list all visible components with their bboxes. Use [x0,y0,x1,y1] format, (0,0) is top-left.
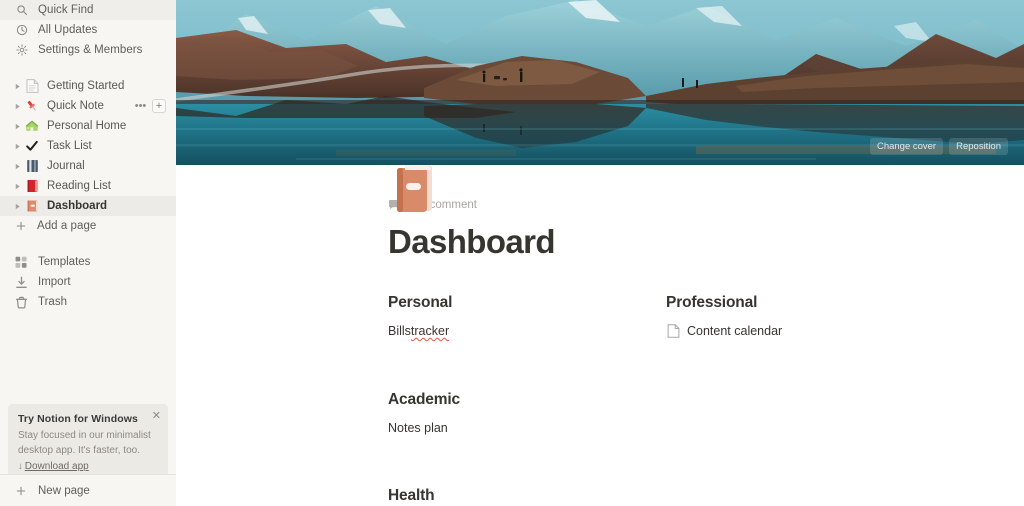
plus-icon [13,218,29,234]
sidebar-item-settings-members[interactable]: Settings & Members [0,40,176,60]
sidebar-item-all-updates[interactable]: All Updates [0,20,176,40]
sidebar-item-journal[interactable]: Journal [0,156,176,176]
chevron-right-icon[interactable] [10,83,24,90]
more-options-button[interactable]: ••• [134,100,147,113]
sidebar-item-getting-started[interactable]: Getting Started [0,76,176,96]
page-title[interactable]: Dashboard [388,223,984,260]
chevron-right-icon[interactable] [10,103,24,110]
sidebar-item-personal-home[interactable]: Personal Home [0,116,176,136]
sidebar-top-nav: Quick Find All Updates Settings & Member… [0,0,176,60]
section-heading[interactable]: Personal [388,294,666,313]
section-heading[interactable]: Academic [388,391,666,410]
sidebar-item-quick-find[interactable]: Quick Find [0,0,176,20]
add-subpage-button[interactable]: + [152,99,166,113]
section-health: Health Fitnes [388,487,666,506]
download-app-link[interactable]: ↓ Download app [18,461,158,472]
sidebar-item-label: Journal [47,160,85,172]
sidebar-item-task-list[interactable]: Task List [0,136,176,156]
closed-book-orange-emoji[interactable] [388,159,446,217]
section-academic: Academic Notes plan [388,391,666,438]
sidebar-item-label: Getting Started [47,80,125,92]
main-content-area: Change cover Reposition Add comment Dash… [176,0,1024,506]
section-professional: Professional Content calendar [666,294,944,341]
row-hover-actions: ••• + [134,99,168,113]
closed-book-orange-emoji [24,198,40,214]
list-item[interactable]: Content calendar [666,322,944,341]
sidebar-item-label: Dashboard [47,200,108,212]
desktop-app-promo-card: ✕ Try Notion for Windows Stay focused in… [8,404,168,482]
sidebar-item-reading-list[interactable]: Reading List [0,176,176,196]
sidebar-item-label: Quick Note [47,100,104,112]
sidebar-item-trash[interactable]: Trash [0,292,176,312]
sidebar-item-templates[interactable]: Templates [0,252,176,272]
reposition-cover-button[interactable]: Reposition [949,137,1008,155]
sidebar-item-label: Quick Find [38,4,94,16]
chevron-right-icon[interactable] [10,203,24,210]
page-cover-image[interactable]: Change cover Reposition [176,0,1024,165]
clock-icon [14,22,30,38]
column-right: Professional Content calendar [666,294,944,506]
list-item[interactable]: Bills tracker [388,322,666,341]
house-emoji [24,118,40,134]
notion-app-window: Quick Find All Updates Settings & Member… [0,0,1024,506]
download-app-label: Download app [24,461,89,472]
pushpin-emoji [24,98,40,114]
gear-icon [14,42,30,58]
sidebar-item-dashboard[interactable]: Dashboard [0,196,176,216]
notebook-emoji [24,158,40,174]
chevron-right-icon[interactable] [10,143,24,150]
close-icon[interactable]: ✕ [152,411,161,422]
item-text: Notes plan [388,420,448,435]
closed-book-red-emoji [24,178,40,194]
sidebar-item-label: All Updates [38,24,98,36]
trash-icon [13,294,29,310]
chevron-right-icon[interactable] [10,163,24,170]
page-body: Add comment Dashboard Personal Bills tra… [176,165,1024,506]
column-left: Personal Bills tracker Academic Notes pl… [388,294,666,506]
new-page-label: New page [38,484,90,497]
item-link[interactable]: tracker [411,322,449,341]
promo-body: Stay focused in our minimalist desktop a… [18,430,151,456]
sidebar-item-label: Reading List [47,180,111,192]
sidebar-add-page-label: Add a page [37,220,97,232]
sidebar-item-label: Task List [47,140,92,152]
sidebar-item-import[interactable]: Import [0,272,176,292]
section-personal: Personal Bills tracker [388,294,666,341]
search-icon [14,2,30,18]
content-columns: Personal Bills tracker Academic Notes pl… [388,294,984,506]
new-page-button[interactable]: New page [0,474,176,506]
sidebar-page-tree: Getting Started Quick Note ••• + Persona… [0,76,176,236]
section-heading[interactable]: Professional [666,294,944,313]
sidebar-item-label: Trash [38,296,67,308]
import-icon [13,274,29,290]
page-doc-emoji [24,78,40,94]
sidebar-item-quick-note[interactable]: Quick Note ••• + [0,96,176,116]
chevron-right-icon[interactable] [10,183,24,190]
sidebar-item-label: Import [38,276,71,288]
checkmark-emoji [24,138,40,154]
promo-title: Try Notion for Windows [18,413,138,425]
plus-icon [13,485,29,497]
section-heading[interactable]: Health [388,487,666,506]
sidebar-item-label: Templates [38,256,91,268]
sidebar-item-label: Settings & Members [38,44,143,56]
change-cover-button[interactable]: Change cover [869,137,944,155]
sidebar-util-space [0,236,176,252]
sidebar: Quick Find All Updates Settings & Member… [0,0,176,506]
sidebar-utilities: Templates Import Trash [0,252,176,312]
templates-icon [13,254,29,270]
cover-hover-actions: Change cover Reposition [869,137,1008,155]
page-blank-icon [666,324,681,339]
download-arrow-icon: ↓ [18,461,23,472]
chevron-right-icon[interactable] [10,123,24,130]
sidebar-item-label: Personal Home [47,120,127,132]
sidebar-divider-space [0,60,176,76]
list-item[interactable]: Notes plan [388,418,666,437]
item-text: Content calendar [687,324,783,339]
item-text: Bills [388,324,411,339]
sidebar-add-a-page[interactable]: Add a page [0,216,176,236]
